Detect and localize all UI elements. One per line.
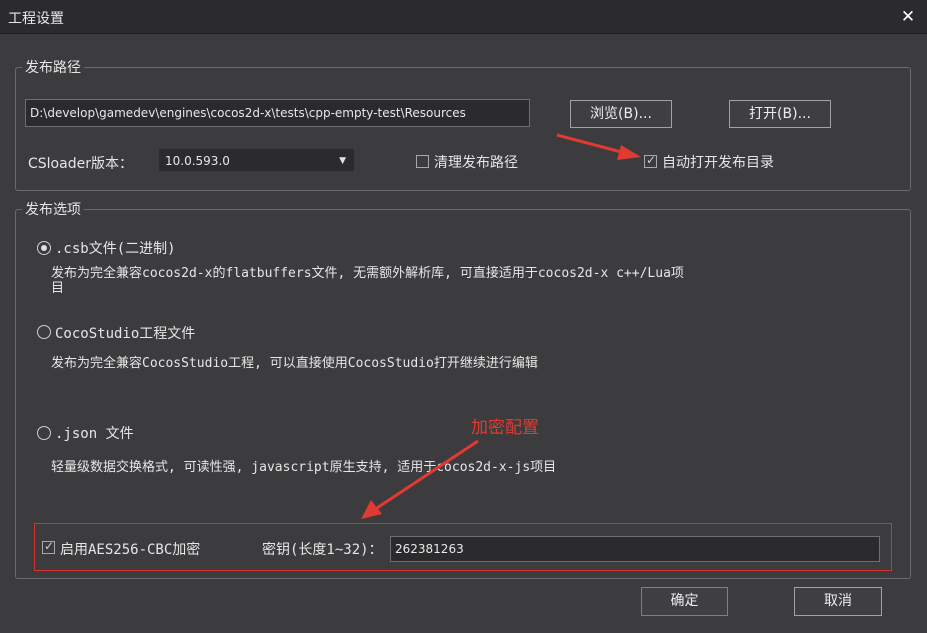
aes-label: 启用AES256-CBC加密 xyxy=(60,542,201,558)
cancel-button[interactable]: 取消 xyxy=(794,587,882,616)
arrow-to-auto-open xyxy=(556,133,626,155)
arrow-head-auto-open xyxy=(617,145,641,160)
key-label: 密钥(长度1~32)： xyxy=(262,542,383,558)
arrow-to-encryption xyxy=(376,439,479,510)
ok-button[interactable]: 确定 xyxy=(641,587,728,616)
aes-checkbox[interactable]: ✓ xyxy=(42,539,55,554)
key-input[interactable]: 262381263 xyxy=(390,536,880,562)
arrow-head-encryption xyxy=(361,500,382,519)
check-icon: ✓ xyxy=(44,539,55,553)
